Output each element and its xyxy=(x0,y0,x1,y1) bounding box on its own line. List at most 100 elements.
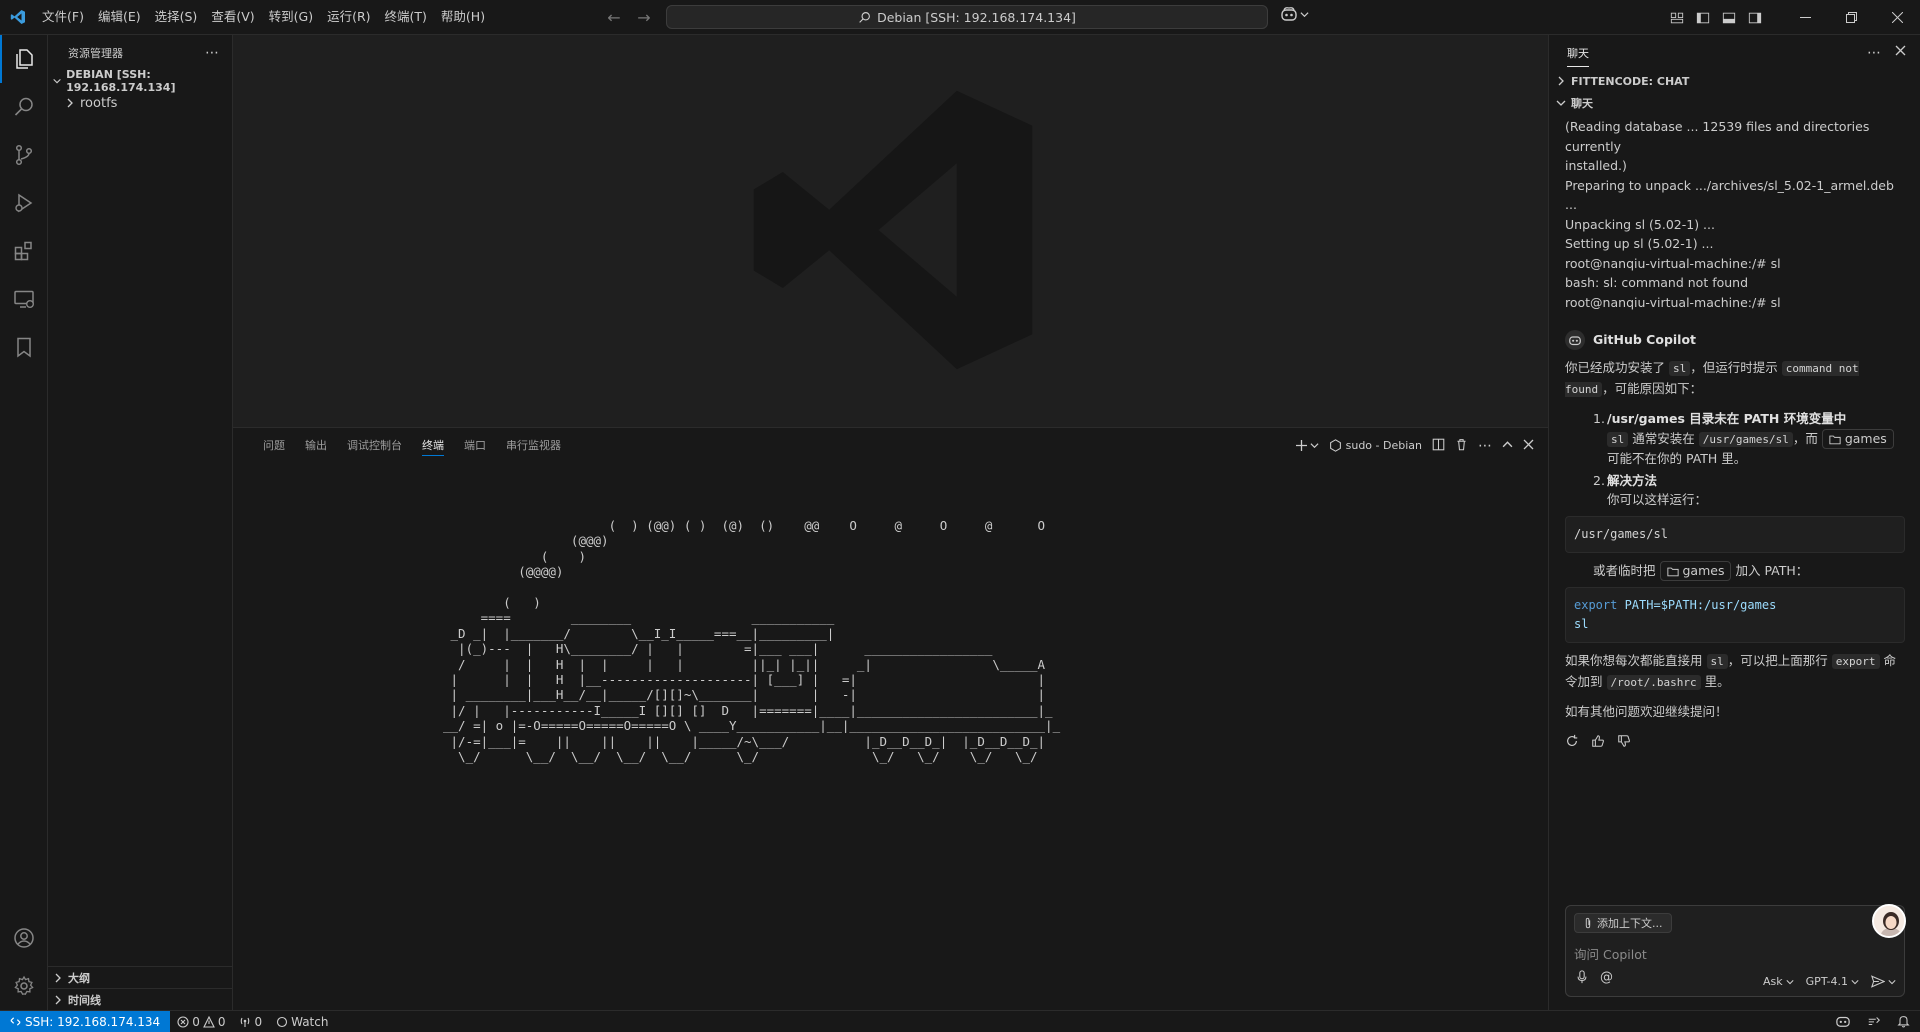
title-bar: 文件(F) 编辑(E) 选择(S) 查看(V) 转到(G) 运行(R) 终端(T… xyxy=(0,0,1920,35)
gear-icon[interactable] xyxy=(0,962,48,1010)
toggle-panel-icon[interactable] xyxy=(1716,0,1742,35)
code-keyword: export xyxy=(1574,598,1618,612)
ports-indicator[interactable]: 0 xyxy=(232,1015,269,1029)
tab-terminal[interactable]: 终端 xyxy=(412,428,454,463)
thumbs-up-icon[interactable] xyxy=(1591,734,1605,754)
terminal-instance[interactable]: sudo - Debian xyxy=(1329,439,1422,452)
new-terminal-button[interactable] xyxy=(1295,439,1319,452)
bookmark-icon[interactable] xyxy=(0,323,48,371)
model-picker[interactable]: GPT-4.1 xyxy=(1806,975,1859,988)
mode-picker[interactable]: Ask xyxy=(1763,975,1794,988)
vscode-watermark-icon xyxy=(748,85,1038,379)
run-debug-icon[interactable] xyxy=(0,179,48,227)
search-icon[interactable] xyxy=(0,83,48,131)
copilot-status-icon[interactable] xyxy=(1835,1014,1851,1031)
close-window-icon[interactable] xyxy=(1874,0,1920,35)
minimize-icon[interactable] xyxy=(1782,0,1828,35)
outline-label: 大纲 xyxy=(68,971,90,985)
microphone-icon[interactable] xyxy=(1576,970,1588,988)
menu-run[interactable]: 运行(R) xyxy=(320,5,377,29)
list-item-body: sl 通常安装在 /usr/games/sl ，而 games 可能不在你的 PA… xyxy=(1593,429,1905,469)
watch-indicator[interactable]: Watch xyxy=(269,1015,335,1029)
text: 加入 PATH： xyxy=(1735,562,1809,578)
thumbs-down-icon[interactable] xyxy=(1617,734,1631,754)
tab-ports[interactable]: 端口 xyxy=(454,428,496,463)
more-actions-icon[interactable]: ⋯ xyxy=(205,45,220,61)
remote-indicator[interactable]: SSH: 192.168.174.134 xyxy=(0,1010,171,1032)
fittencode-chat-section[interactable]: FITTENCODE: CHAT xyxy=(1549,70,1920,92)
chat-tab-title[interactable]: 聊天 xyxy=(1567,45,1589,67)
accounts-icon[interactable] xyxy=(0,914,48,962)
menu-view[interactable]: 查看(V) xyxy=(204,5,261,29)
folder-chip[interactable]: games xyxy=(1659,561,1732,581)
workspace-root[interactable]: DEBIAN [SSH: 192.168.174.134] xyxy=(48,68,232,94)
split-terminal-icon[interactable] xyxy=(1432,438,1445,454)
mention-icon[interactable]: @ xyxy=(1600,970,1613,988)
retry-icon[interactable] xyxy=(1565,734,1579,754)
status-right xyxy=(1835,1011,1910,1032)
workspace-root-label: DEBIAN [SSH: 192.168.174.134] xyxy=(66,68,176,94)
tab-output[interactable]: 输出 xyxy=(295,428,337,463)
tab-problems[interactable]: 问题 xyxy=(253,428,295,463)
text: ，可能原因如下： xyxy=(1602,380,1703,396)
tab-debug-console[interactable]: 调试控制台 xyxy=(337,428,412,463)
inline-code: sl xyxy=(1607,431,1629,447)
terminal-line: installed.) xyxy=(1565,158,1627,173)
assistant-name: GitHub Copilot xyxy=(1593,332,1697,348)
chevron-down-icon xyxy=(53,78,61,84)
menu-go[interactable]: 转到(G) xyxy=(262,5,320,29)
tree-item-rootfs[interactable]: rootfs xyxy=(48,92,232,114)
chevron-down-icon xyxy=(1786,979,1794,984)
code-block[interactable]: export PATH=$PATH:/usr/games sl xyxy=(1565,587,1905,643)
trash-icon[interactable] xyxy=(1455,438,1468,454)
text: ，可以把上面那行 xyxy=(1727,653,1828,668)
warning-count: 0 xyxy=(217,1014,226,1029)
restore-icon[interactable] xyxy=(1828,0,1874,35)
maximize-panel-icon[interactable] xyxy=(1502,439,1513,453)
copilot-menu-button[interactable] xyxy=(1280,6,1309,22)
terminal-line: root@nanqiu-virtual-machine:/# sl xyxy=(1565,294,1781,310)
toggle-primary-sidebar-icon[interactable] xyxy=(1690,0,1716,35)
menu-help[interactable]: 帮助(H) xyxy=(434,5,492,29)
avatar xyxy=(1872,904,1906,938)
close-icon[interactable] xyxy=(1895,45,1906,60)
terminal-output[interactable]: ( ) (@@) ( ) (@) () @@ O @ O @ O (@@@) (… xyxy=(443,518,1060,765)
input-tools: @ xyxy=(1576,970,1613,988)
text: ，但运行时提示 xyxy=(1690,360,1778,375)
menu-terminal[interactable]: 终端(T) xyxy=(378,5,434,29)
problems-indicator[interactable]: 0 0 xyxy=(170,1015,232,1029)
add-context-button[interactable]: 添加上下文... xyxy=(1574,913,1672,933)
remote-explorer-icon[interactable] xyxy=(0,275,48,323)
back-arrow-icon[interactable]: ← xyxy=(603,5,625,29)
more-actions-icon[interactable]: ⋯ xyxy=(1478,438,1492,454)
terminal-line: Setting up sl (5.02-1) ... xyxy=(1565,236,1714,251)
broadcast-icon[interactable] xyxy=(1867,1014,1881,1031)
forward-arrow-icon[interactable]: → xyxy=(633,5,655,29)
timeline-section[interactable]: 时间线 xyxy=(48,988,233,1010)
panel-actions: sudo - Debian ⋯ xyxy=(1295,428,1534,463)
extensions-icon[interactable] xyxy=(0,227,48,275)
error-count: 0 xyxy=(192,1014,200,1029)
folder-chip[interactable]: games xyxy=(1821,429,1894,449)
toggle-secondary-sidebar-icon[interactable] xyxy=(1742,0,1768,35)
tab-serial-monitor[interactable]: 串行监视器 xyxy=(496,428,571,463)
menu-file[interactable]: 文件(F) xyxy=(35,5,91,29)
more-actions-icon[interactable]: ⋯ xyxy=(1867,45,1881,61)
menu-selection[interactable]: 选择(S) xyxy=(148,5,205,29)
send-button[interactable] xyxy=(1871,975,1896,988)
bell-icon[interactable] xyxy=(1897,1014,1910,1031)
code-block[interactable]: /usr/games/sl xyxy=(1565,515,1905,553)
outline-section[interactable]: 大纲 xyxy=(48,966,233,988)
close-panel-icon[interactable] xyxy=(1523,439,1534,453)
chat-section[interactable]: 聊天 xyxy=(1549,92,1920,114)
chat-section-label: 聊天 xyxy=(1571,97,1593,110)
command-center-search[interactable]: Debian [SSH: 192.168.174.134] xyxy=(666,5,1268,29)
customize-layout-icon[interactable] xyxy=(1664,0,1690,35)
text: 你已经成功安装了 xyxy=(1565,360,1666,375)
menu-edit[interactable]: 编辑(E) xyxy=(91,5,148,29)
chevron-down-icon xyxy=(1851,979,1859,984)
source-control-icon[interactable] xyxy=(0,131,48,179)
chat-input-field[interactable]: 询问 Copilot xyxy=(1574,944,1647,963)
remote-label: SSH: 192.168.174.134 xyxy=(25,1014,161,1029)
explorer-icon[interactable] xyxy=(0,35,48,83)
